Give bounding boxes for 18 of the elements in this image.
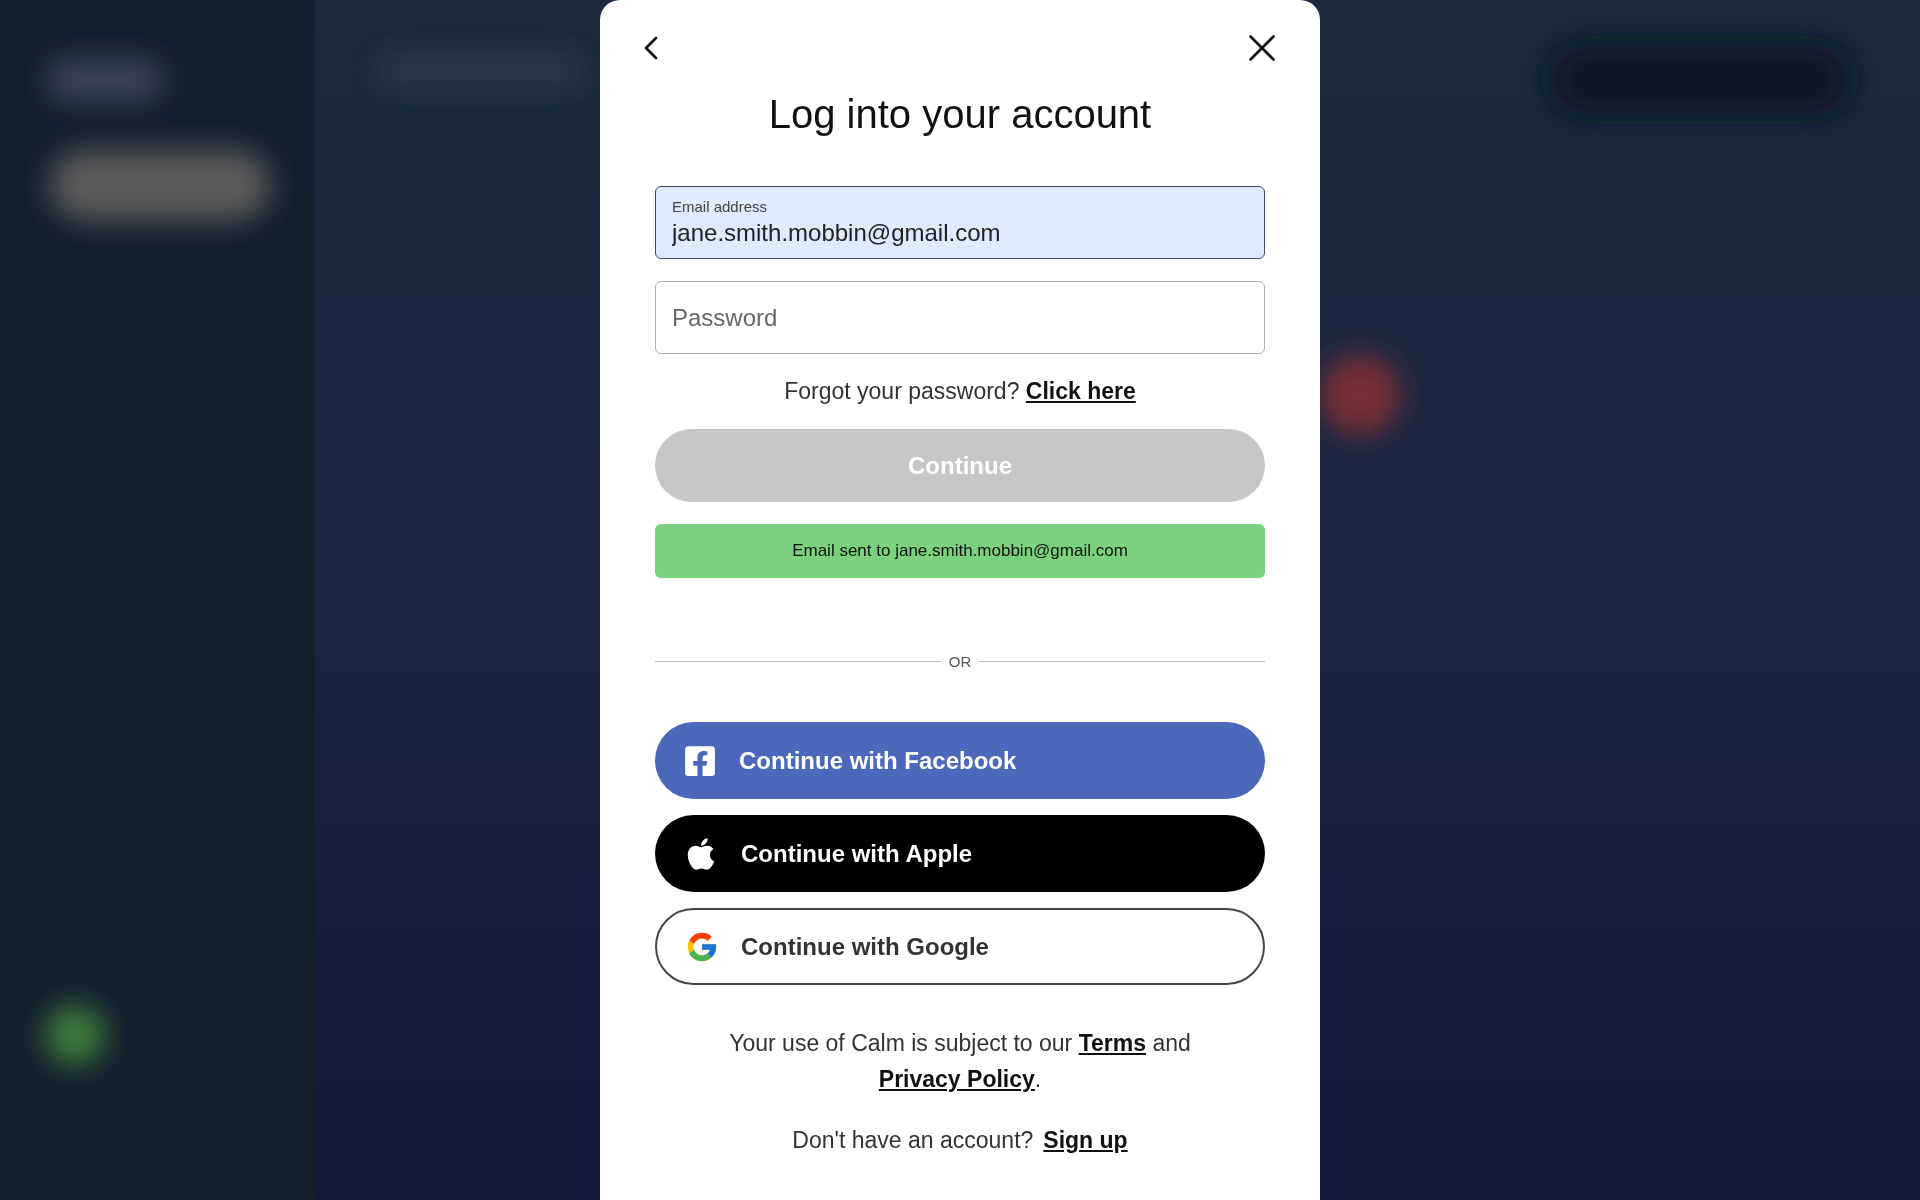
facebook-login-button[interactable]: Continue with Facebook — [655, 722, 1265, 799]
email-field[interactable]: Email address jane.smith.mobbin@gmail.com — [655, 186, 1265, 259]
click-here-link[interactable]: Click here — [1025, 378, 1136, 404]
signup-prompt: Don't have an account? Sign up — [791, 1127, 1129, 1154]
legal-link[interactable]: Privacy Policy — [878, 1066, 1035, 1092]
email-input[interactable]: jane.smith.mobbin@gmail.com — [672, 219, 1248, 247]
facebook-icon — [683, 743, 717, 778]
or-divider-label: OR — [948, 653, 972, 670]
legal-text: Your use of Calm is subject to our Terms and Privacy Policy. — [728, 1029, 1192, 1094]
sign-up-link[interactable]: Sign up — [1043, 1127, 1128, 1153]
email-label: Email address — [672, 198, 769, 215]
google-login-button[interactable]: Continue with Google — [655, 908, 1265, 985]
password-field[interactable]: Password — [655, 281, 1265, 354]
forgot-password-text: Forgot your password? Click here — [783, 378, 1137, 405]
dialog-title: Log into your account — [767, 92, 1153, 136]
apple-login-button[interactable]: Continue with Apple — [655, 815, 1265, 892]
legal-link[interactable]: Terms — [1078, 1030, 1146, 1056]
success-notice: Email sent to jane.smith.mobbin@gmail.com — [655, 524, 1265, 578]
